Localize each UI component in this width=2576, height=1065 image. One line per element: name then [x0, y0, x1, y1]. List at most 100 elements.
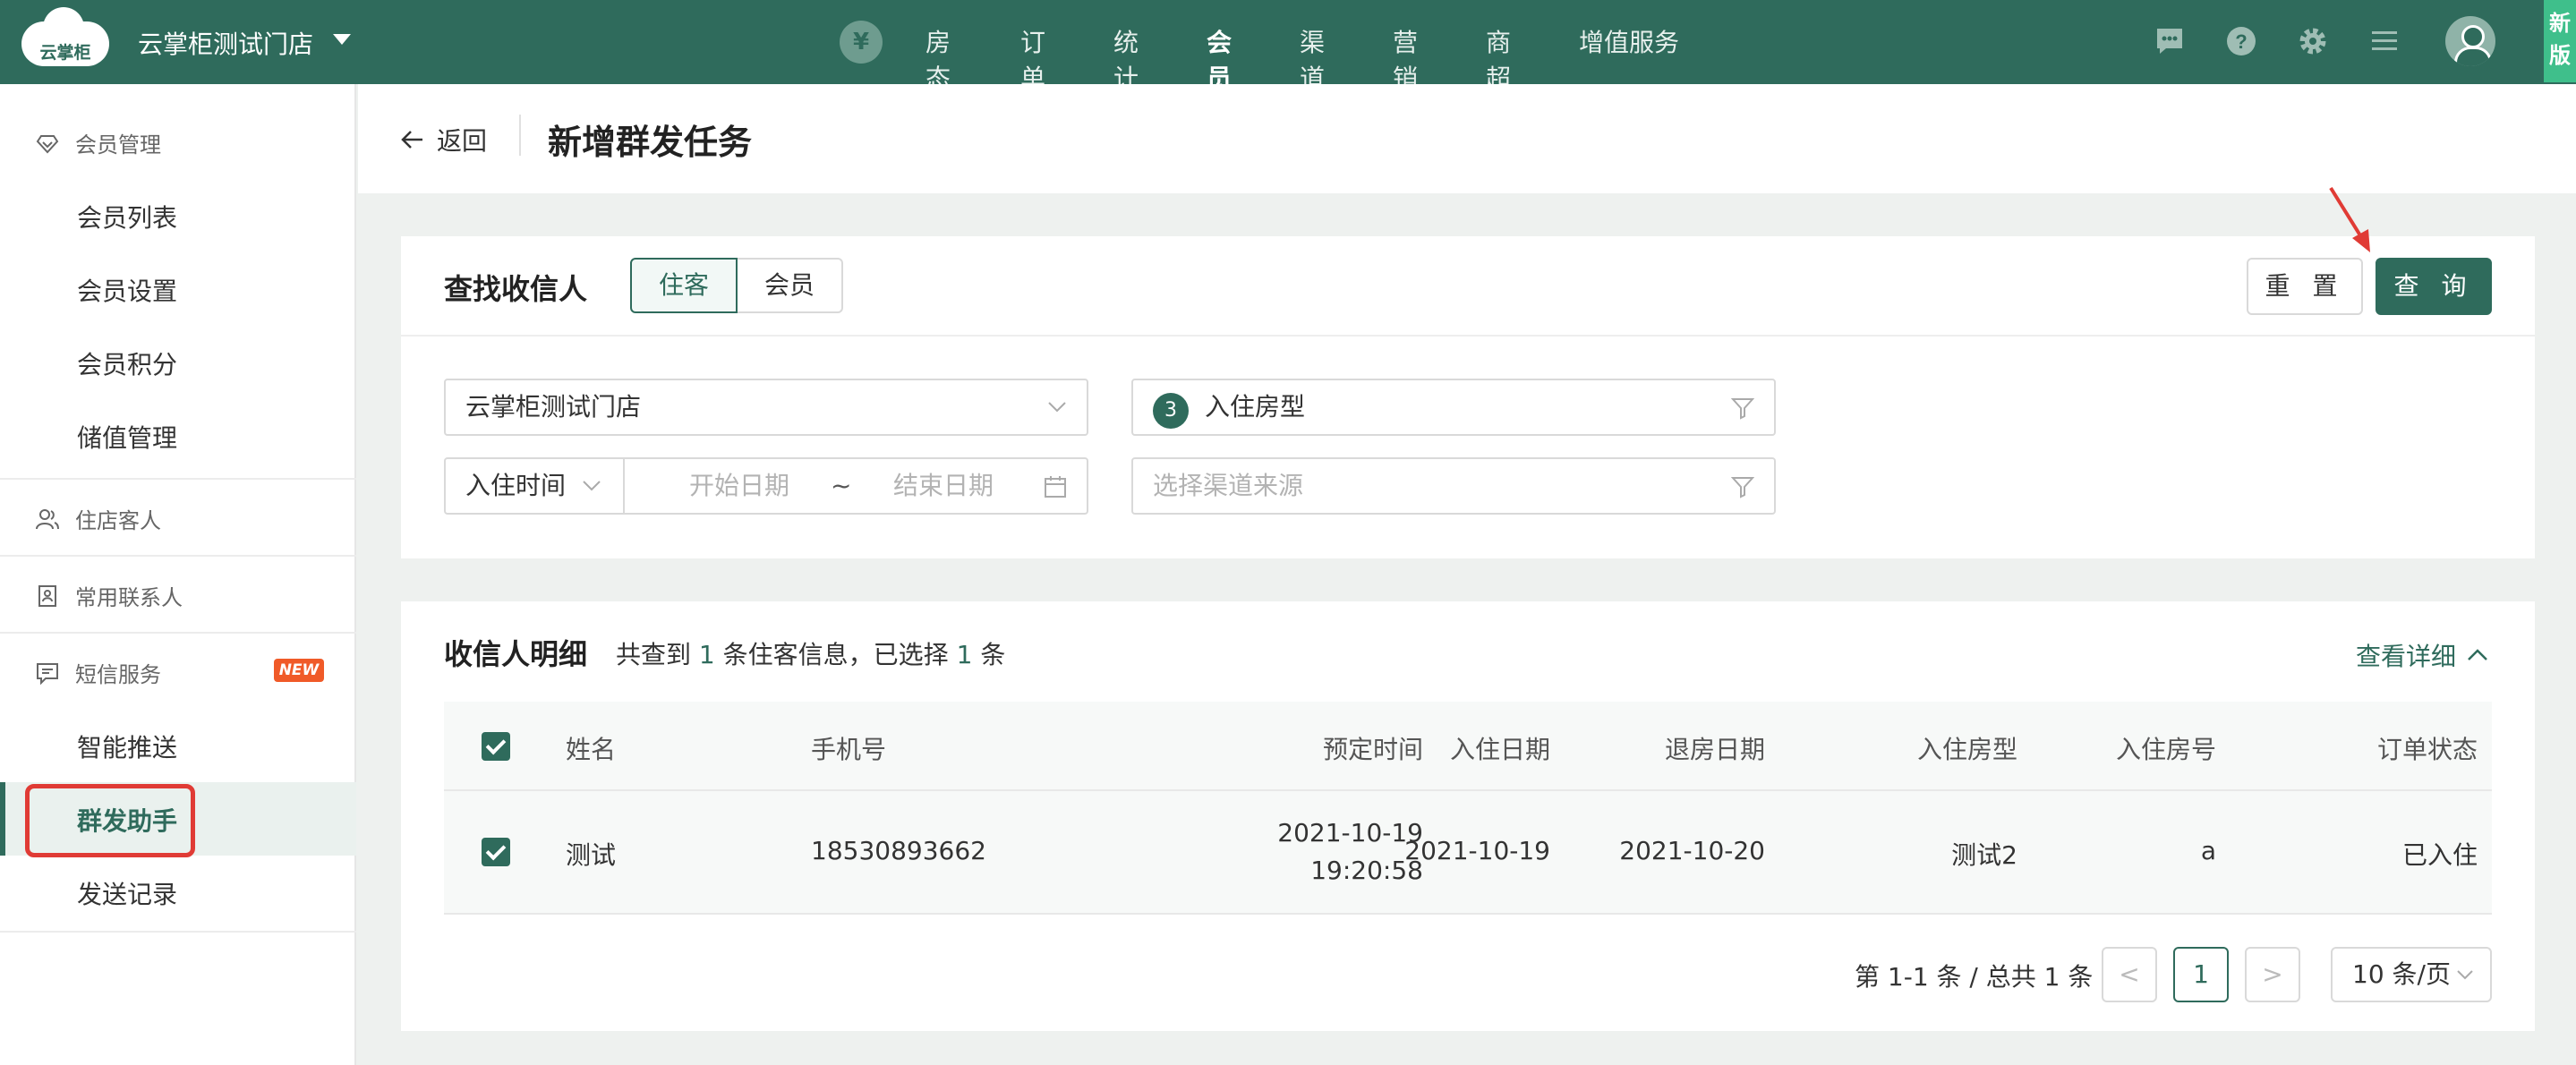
pagination-summary: 第 1-1 条 / 总共 1 条: [1855, 962, 2094, 992]
sidebar-group-guests[interactable]: 住店客人: [36, 503, 161, 534]
settings-icon[interactable]: [2297, 25, 2329, 57]
filter-icon: [1731, 477, 1754, 498]
caret-down-icon[interactable]: [333, 34, 351, 45]
sidebar-group-member-management[interactable]: 会员管理: [36, 127, 161, 158]
table-row[interactable]: 测试 18530893662 2021-10-19 19:20:58 2021-…: [444, 791, 2492, 915]
room-type-count-badge: 3: [1153, 393, 1189, 429]
recipients-title: 收信人明细: [444, 637, 588, 671]
logo-text: 云掌柜: [39, 43, 91, 63]
sidebar-item-send-history[interactable]: 发送记录: [77, 875, 177, 911]
query-button[interactable]: 查 询: [2376, 258, 2492, 315]
cell-room-number: a: [2200, 836, 2216, 865]
column-header-order-status: 订单状态: [2376, 735, 2478, 764]
store-switcher[interactable]: 云掌柜测试门店: [138, 25, 313, 61]
sidebar-divider: [0, 931, 356, 933]
channel-filter[interactable]: 选择渠道来源: [1131, 457, 1776, 515]
contact-card-icon: [38, 584, 56, 607]
cell-booking-date: 2021-10-19: [1277, 818, 1423, 848]
new-badge: NEW: [274, 659, 324, 682]
end-date-input[interactable]: 结束日期: [893, 459, 994, 513]
arrow-left-icon: [401, 131, 422, 149]
cell-room-type: 测试2: [1951, 840, 2017, 870]
sidebar: [0, 84, 356, 1065]
cell-checkin-date: 2021-10-19: [1404, 836, 1550, 865]
calendar-icon[interactable]: [1044, 475, 1067, 498]
diamond-icon: [36, 134, 59, 153]
summary-text: 条: [980, 640, 1006, 669]
channel-placeholder: 选择渠道来源: [1153, 471, 1304, 500]
sidebar-item-stored-value[interactable]: 储值管理: [77, 419, 177, 455]
header-divider: [519, 115, 521, 156]
sidebar-divider: [0, 632, 356, 634]
tab-guests[interactable]: 住客: [630, 258, 738, 313]
date-type-value: 入住时间: [465, 471, 567, 500]
selected-count: 1: [956, 640, 973, 669]
reset-button[interactable]: 重 置: [2247, 258, 2363, 315]
date-separator: ~: [831, 471, 852, 500]
sidebar-item-smart-push[interactable]: 智能推送: [77, 728, 177, 764]
sidebar-group-contacts[interactable]: 常用联系人: [36, 580, 183, 611]
prev-page-button[interactable]: <: [2102, 947, 2157, 1002]
chevron-down-icon: [1048, 402, 1066, 413]
search-card-divider: [401, 335, 2535, 337]
summary-text: 共查到: [616, 640, 692, 669]
sidebar-item-member-settings[interactable]: 会员设置: [77, 272, 177, 308]
cell-name: 测试: [566, 840, 617, 870]
sidebar-item-member-points[interactable]: 会员积分: [77, 345, 177, 381]
row-checkbox[interactable]: [482, 838, 510, 866]
view-details-link[interactable]: 查看详细: [2356, 637, 2488, 673]
page-size-value: 10 条/页: [2352, 959, 2451, 989]
summary-text: 条住客信息，已选择: [722, 640, 949, 669]
page-button[interactable]: 1: [2173, 947, 2229, 1002]
chevron-down-icon: [2457, 970, 2473, 980]
filter-icon: [1731, 398, 1754, 420]
column-header-checkout-date: 退房日期: [1664, 735, 1765, 764]
sidebar-group-label: 住店客人: [75, 508, 161, 533]
date-type-select[interactable]: 入住时间: [446, 459, 625, 513]
store-select[interactable]: 云掌柜测试门店: [444, 379, 1088, 436]
sidebar-divider: [0, 555, 356, 557]
guests-icon: [36, 508, 59, 529]
sidebar-item-member-list[interactable]: 会员列表: [77, 199, 177, 234]
search-title: 查找收信人: [444, 272, 588, 306]
column-header-room-number: 入住房号: [2115, 735, 2216, 764]
column-header-checkin-date: 入住日期: [1449, 735, 1550, 764]
user-avatar-icon[interactable]: [2445, 16, 2495, 66]
store-select-value: 云掌柜测试门店: [465, 392, 642, 422]
tab-members[interactable]: 会员: [736, 258, 843, 313]
sidebar-group-label: 常用联系人: [75, 585, 183, 610]
column-header-phone: 手机号: [811, 735, 887, 764]
found-count: 1: [698, 640, 715, 669]
cell-phone: 18530893662: [811, 836, 986, 865]
sidebar-group-label: 短信服务: [75, 662, 161, 687]
sidebar-divider: [0, 478, 356, 480]
room-type-filter[interactable]: 3 入住房型: [1131, 379, 1776, 436]
table-header: 姓名 手机号 预定时间 入住日期 退房日期 入住房型 入住房号 订单状态: [444, 702, 2492, 791]
message-icon[interactable]: [2154, 25, 2186, 57]
recipients-summary: 共查到 1 条住客信息，已选择 1 条: [616, 635, 1005, 671]
sidebar-group-sms[interactable]: 短信服务: [36, 657, 161, 688]
sms-icon: [37, 662, 58, 685]
nav-item-value-added[interactable]: 增值服务: [1579, 23, 1679, 59]
chevron-down-icon: [583, 481, 601, 491]
back-label: 返回: [437, 126, 488, 156]
help-icon[interactable]: ?: [2225, 25, 2257, 57]
sidebar-active-indicator: [0, 782, 5, 856]
room-type-label: 入住房型: [1205, 392, 1306, 422]
currency-icon[interactable]: ¥: [840, 21, 883, 64]
new-version-tab[interactable]: 新版: [2544, 0, 2576, 82]
sidebar-group-label: 会员管理: [75, 132, 161, 158]
start-date-input[interactable]: 开始日期: [689, 459, 789, 513]
column-header-name: 姓名: [566, 735, 617, 764]
cell-checkout-date: 2021-10-20: [1619, 836, 1765, 865]
next-page-button[interactable]: >: [2245, 947, 2300, 1002]
page-size-select[interactable]: 10 条/页: [2331, 947, 2492, 1002]
page-title: 新增群发任务: [548, 123, 753, 162]
menu-icon[interactable]: [2368, 25, 2401, 57]
logo[interactable]: 云掌柜: [21, 7, 111, 68]
select-all-checkbox[interactable]: [482, 732, 510, 761]
view-details-label: 查看详细: [2356, 642, 2457, 671]
chevron-up-icon: [2468, 649, 2487, 660]
back-button[interactable]: 返回: [401, 122, 487, 158]
column-header-room-type: 入住房型: [1916, 735, 2017, 764]
